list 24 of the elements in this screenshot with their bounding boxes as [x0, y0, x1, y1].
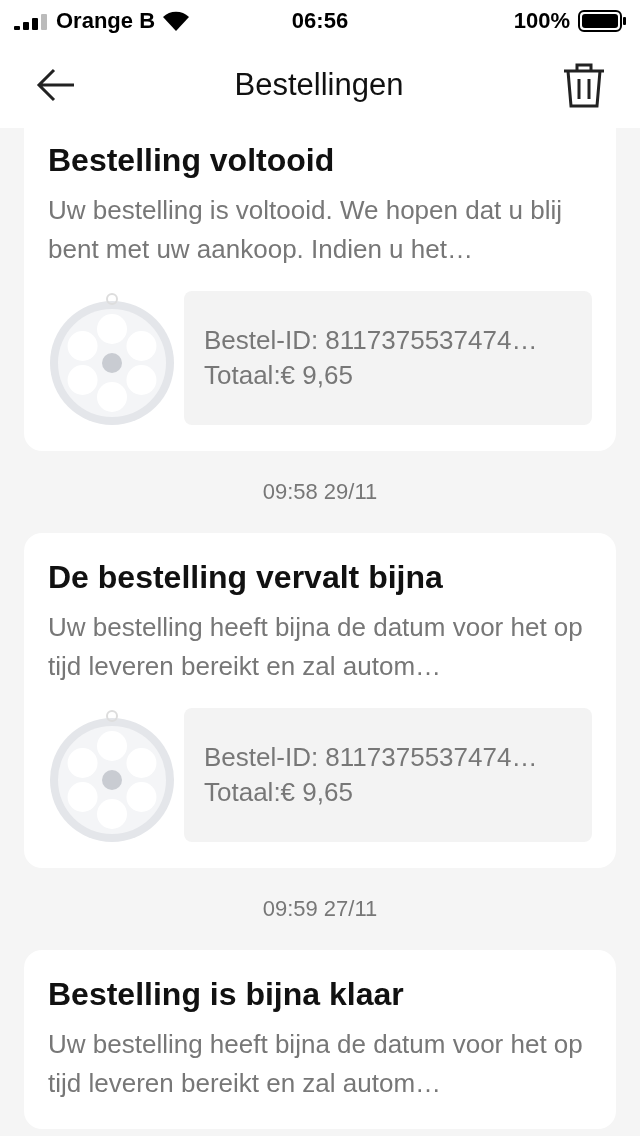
order-id: Bestel-ID: 8117375537474… — [204, 742, 539, 773]
timestamp: 09:59 27/11 — [262, 896, 378, 922]
order-total: Totaal:€ 9,65 — [204, 777, 354, 808]
order-id: Bestel-ID: 8117375537474… — [204, 325, 539, 356]
order-card[interactable]: De bestelling vervalt bijna Uw bestelling heeft bijna de datum voor het op tijd leveren bereikt en zal autom… Bestel-ID: 8117375537474… Totaal:€ 9,65 — [24, 533, 616, 868]
signal-icon — [14, 12, 48, 30]
card-title: De bestelling vervalt bijna — [48, 559, 444, 596]
clock: 06:56 — [291, 8, 349, 34]
wifi-icon — [163, 11, 190, 31]
carrier-name: Orange B — [56, 8, 156, 34]
order-total: Totaal:€ 9,65 — [204, 360, 354, 391]
trash-button[interactable] — [562, 61, 606, 109]
order-card[interactable]: Bestelling is bijna klaar Uw bestelling heeft bijna de datum voor het op tijd leveren bereikt en zal autom… — [24, 950, 616, 1129]
card-message: Uw bestelling heeft bijna de datum voor het op tijd leveren bereikt en zal autom… — [48, 1028, 584, 1100]
page-title: Bestellingen — [234, 67, 404, 103]
card-message: Uw bestelling heeft bijna de datum voor het op tijd leveren bereikt en zal autom… — [48, 611, 584, 683]
timestamp: 09:58 29/11 — [262, 479, 378, 505]
order-card[interactable]: Bestelling voltooid Uw bestelling is voltooid. We hopen dat u blij bent met uw aankoop. Indien u het… Bestel-ID: 8117375537474… Totaal:€ 9,65 — [24, 128, 616, 451]
battery-icon — [578, 10, 626, 32]
card-title: Bestelling is bijna klaar — [48, 976, 405, 1013]
battery-percent: 100% — [513, 8, 570, 34]
card-title: Bestelling voltooid — [48, 142, 336, 179]
back-button[interactable] — [36, 68, 76, 102]
card-message: Uw bestelling is voltooid. We hopen dat u blij bent met uw aankoop. Indien u het… — [48, 194, 564, 266]
